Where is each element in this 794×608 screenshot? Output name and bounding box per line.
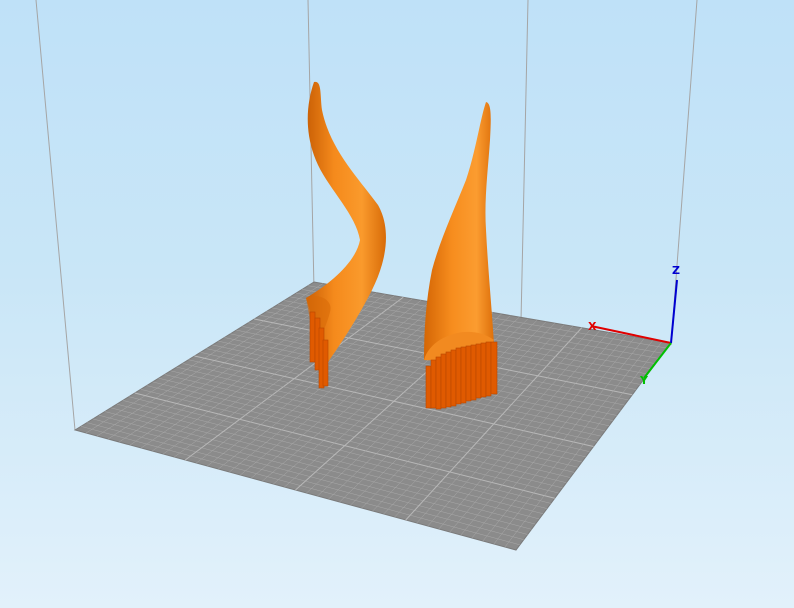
y-axis-label: Y <box>639 374 649 387</box>
right-horn-body <box>424 102 494 360</box>
scene-canvas[interactable]: X Z Y <box>0 0 794 608</box>
volume-edge-left <box>35 0 76 431</box>
z-axis-line <box>670 279 678 344</box>
z-axis-label: Z <box>672 264 680 277</box>
3d-viewport[interactable]: X Z Y <box>0 0 794 608</box>
x-axis-label: X <box>588 320 597 333</box>
right-horn-model[interactable] <box>424 102 498 410</box>
print-bed[interactable] <box>73 281 672 551</box>
